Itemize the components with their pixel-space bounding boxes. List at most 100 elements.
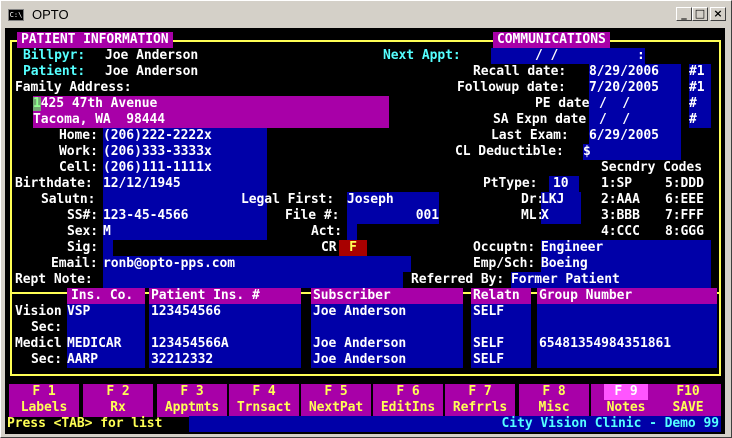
subscriber-header: Subscriber [311, 288, 463, 304]
fkey-number: F 8 [542, 384, 566, 399]
f7-refrrls-key[interactable]: F 7 Refrrls [445, 384, 515, 417]
billpyr-label: Billpyr: [23, 48, 86, 63]
patient-info-heading: PATIENT INFORMATION [17, 32, 173, 48]
code-7[interactable]: 7:FFF [665, 208, 704, 224]
recall-value[interactable]: 8/29/2006 [589, 64, 681, 80]
fkey-number: F 5 [324, 384, 348, 399]
last-exam-label: Last Exam: [491, 128, 569, 143]
pttype-value[interactable]: 10 [549, 176, 579, 192]
referred-input[interactable]: Former Patient [511, 272, 711, 288]
email-input[interactable]: ronb@opto-pps.com [103, 256, 411, 272]
sex-input[interactable]: M [103, 224, 267, 240]
console-screen[interactable]: PATIENT INFORMATION COMMUNICATIONS Billp… [5, 28, 725, 434]
pe-value[interactable]: / / [589, 96, 681, 112]
minimize-button[interactable]: _ [676, 7, 692, 21]
file-input[interactable]: 001 [347, 208, 439, 224]
ins-co-cell[interactable]: MEDICAR [67, 336, 121, 352]
f5-nextpat-key[interactable]: F 5 NextPat [301, 384, 371, 417]
last-exam-value[interactable]: 6/29/2005 [589, 128, 681, 144]
followup-num[interactable]: #1 [689, 80, 711, 96]
code-5[interactable]: 5:DDD [665, 176, 704, 192]
cr-value[interactable]: F [339, 240, 367, 256]
fkey-label: EditIns [380, 400, 436, 415]
title-bar[interactable]: C:\ OPTO _ □ × [4, 4, 728, 26]
code-2[interactable]: 2:AAA [601, 192, 640, 208]
code-4[interactable]: 4:CCC [601, 224, 640, 240]
ins-rel-cell[interactable]: SELF [473, 304, 504, 320]
ins-co-cell[interactable]: AARP [67, 352, 98, 368]
ins-num-cell[interactable]: 123454566A [151, 336, 229, 352]
window-title: OPTO [32, 7, 69, 22]
fkey-label: Apptmts [164, 400, 220, 415]
ins-sub-cell[interactable]: Joe Anderson [313, 336, 406, 352]
address-line2-input[interactable]: Tacoma, WA 98444 [33, 112, 389, 128]
close-button[interactable]: × [710, 7, 726, 21]
next-appt-value[interactable]: / / [491, 48, 645, 64]
code-8[interactable]: 8:GGG [665, 224, 704, 240]
fkey-label: Misc [538, 400, 570, 415]
console-icon[interactable]: C:\ [8, 9, 24, 21]
sa-value[interactable]: / / [589, 112, 681, 128]
code-1[interactable]: 1:SP [601, 176, 632, 192]
cl-deductible-value[interactable]: $ [583, 144, 681, 160]
recall-num[interactable]: #1 [689, 64, 711, 80]
f9-notes-key[interactable]: F 9 Notes [591, 384, 661, 417]
legal-first-input[interactable]: Joseph [347, 192, 439, 208]
pe-num[interactable]: # [689, 96, 711, 112]
email-label: Email: [51, 256, 98, 271]
ins-grp-cell[interactable]: 65481354984351861 [539, 336, 671, 352]
rept-note-input[interactable] [103, 272, 403, 288]
address-line1-input[interactable]: 1425 47th Avenue [33, 96, 389, 112]
work-phone-input[interactable]: (206)333-3333x [103, 144, 267, 160]
followup-label: Followup date: [457, 80, 566, 95]
salutn-label: Salutn: [41, 192, 96, 207]
ss-input[interactable]: 123-45-4566 [103, 208, 267, 224]
f1-labels-key[interactable]: F 1 Labels [9, 384, 79, 417]
ins-sub-cell[interactable]: Joe Anderson [313, 352, 406, 368]
empsch-label: Emp/Sch: [473, 256, 536, 271]
home-phone-input[interactable]: (206)222-2222x [103, 128, 267, 144]
pttype-label: PtType: [483, 176, 538, 191]
legal-first-label: Legal First: [241, 192, 335, 207]
next-appt-label: Next Appt: [383, 48, 461, 63]
occuptn-label: Occuptn: [473, 240, 536, 255]
followup-value[interactable]: 7/20/2005 [589, 80, 681, 96]
sa-num[interactable]: # [689, 112, 711, 128]
fkey-label: Notes [606, 400, 646, 415]
ins-row-label: Vision [15, 304, 62, 319]
fkey-label: SAVE [672, 400, 704, 415]
work-label: Work: [59, 144, 98, 159]
occuptn-input[interactable]: Engineer [541, 240, 711, 256]
billpyr-value[interactable]: Joe Anderson [105, 48, 198, 64]
f6-editins-key[interactable]: F 6 EditIns [373, 384, 443, 417]
code-6[interactable]: 6:EEE [665, 192, 704, 208]
dr-value[interactable]: LKJ [541, 192, 581, 208]
f3-apptmts-key[interactable]: F 3 Apptmts [157, 384, 227, 417]
rept-note-label: Rept Note: [15, 272, 93, 287]
act-input[interactable] [347, 224, 357, 240]
ins-num-cell[interactable]: 32212332 [151, 352, 213, 368]
maximize-button[interactable]: □ [692, 7, 708, 21]
fkey-number: F 1 [32, 384, 56, 399]
ins-rel-cell[interactable]: SELF [473, 336, 504, 352]
cell-phone-input[interactable]: (206)111-1111x [103, 160, 267, 176]
f2-rx-key[interactable]: F 2 Rx [83, 384, 153, 417]
ins-co-cell[interactable]: VSP [67, 304, 90, 320]
birthdate-input[interactable]: 12/12/1945 [103, 176, 267, 192]
ins-sub-cell[interactable]: Joe Anderson [313, 304, 406, 320]
code-3[interactable]: 3:BBB [601, 208, 640, 224]
ins-row-label: Sec: [31, 352, 63, 367]
fkey-number: F 3 [180, 384, 204, 399]
ins-rel-cell[interactable]: SELF [473, 352, 504, 368]
patient-value[interactable]: Joe Anderson [105, 64, 198, 80]
fkey-number: F 4 [252, 384, 276, 399]
f8-misc-key[interactable]: F 8 Misc [519, 384, 589, 417]
sig-input[interactable] [103, 240, 113, 256]
f4-trnsact-key[interactable]: F 4 Trnsact [229, 384, 299, 417]
fkey-number: F10 [676, 384, 700, 399]
empsch-input[interactable]: Boeing [541, 256, 711, 272]
cr-label: CR [321, 240, 337, 255]
ins-num-cell[interactable]: 123454566 [151, 304, 221, 320]
ml-value[interactable]: X [541, 208, 581, 224]
f10-save-key[interactable]: F10 SAVE [655, 384, 721, 417]
